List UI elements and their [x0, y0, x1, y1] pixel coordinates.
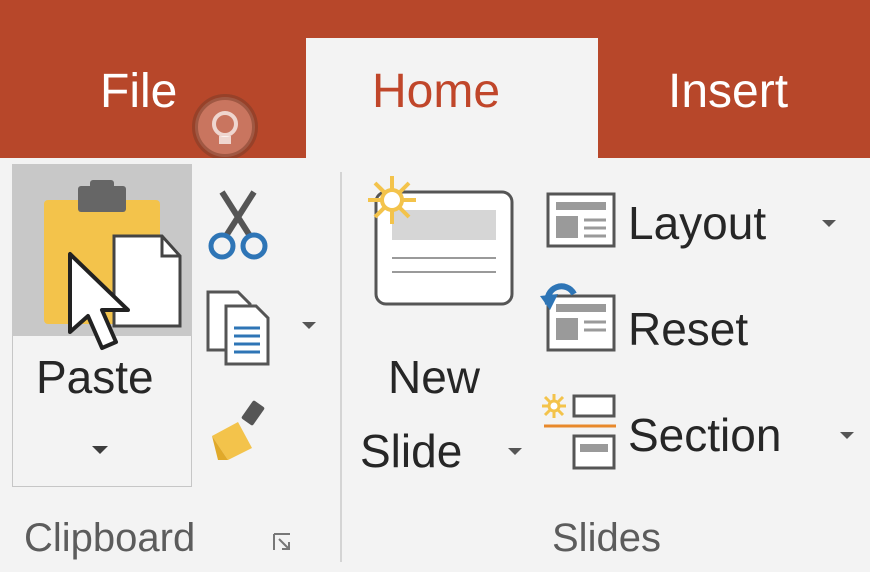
tab-home[interactable]: Home [372, 64, 500, 120]
layout-dropdown-arrow-icon[interactable] [822, 220, 836, 227]
new-slide-icon[interactable] [362, 172, 522, 312]
slides-group-label: Slides [552, 516, 661, 560]
mouse-cursor-icon [68, 252, 130, 350]
powerpoint-ribbon: File Home Insert Paste Clipboard New Sli… [0, 0, 870, 572]
new-slide-label-line2[interactable]: Slide [360, 424, 462, 478]
section-button-label[interactable]: Section [628, 408, 781, 462]
lightbulb-icon [192, 94, 258, 160]
new-slide-label-line1[interactable]: New [388, 350, 480, 404]
dialog-launcher-icon[interactable] [272, 532, 292, 552]
copy-dropdown-arrow-icon[interactable] [302, 322, 316, 329]
layout-icon[interactable] [546, 192, 616, 248]
layout-button-label[interactable]: Layout [628, 196, 766, 250]
copy-icon[interactable] [204, 288, 274, 368]
cut-scissors-icon[interactable] [204, 188, 274, 260]
new-slide-dropdown-arrow-icon[interactable] [508, 448, 522, 455]
group-separator [340, 172, 342, 562]
section-dropdown-arrow-icon[interactable] [840, 432, 854, 439]
format-painter-icon[interactable] [208, 400, 272, 464]
paste-label: Paste [36, 351, 154, 403]
reset-button-label[interactable]: Reset [628, 302, 748, 356]
clipboard-group-label: Clipboard [24, 516, 196, 560]
tab-insert[interactable]: Insert [668, 64, 788, 120]
chevron-down-icon [92, 446, 108, 454]
tab-file[interactable]: File [100, 64, 177, 120]
reset-icon[interactable] [540, 283, 618, 354]
section-icon[interactable] [540, 392, 620, 472]
